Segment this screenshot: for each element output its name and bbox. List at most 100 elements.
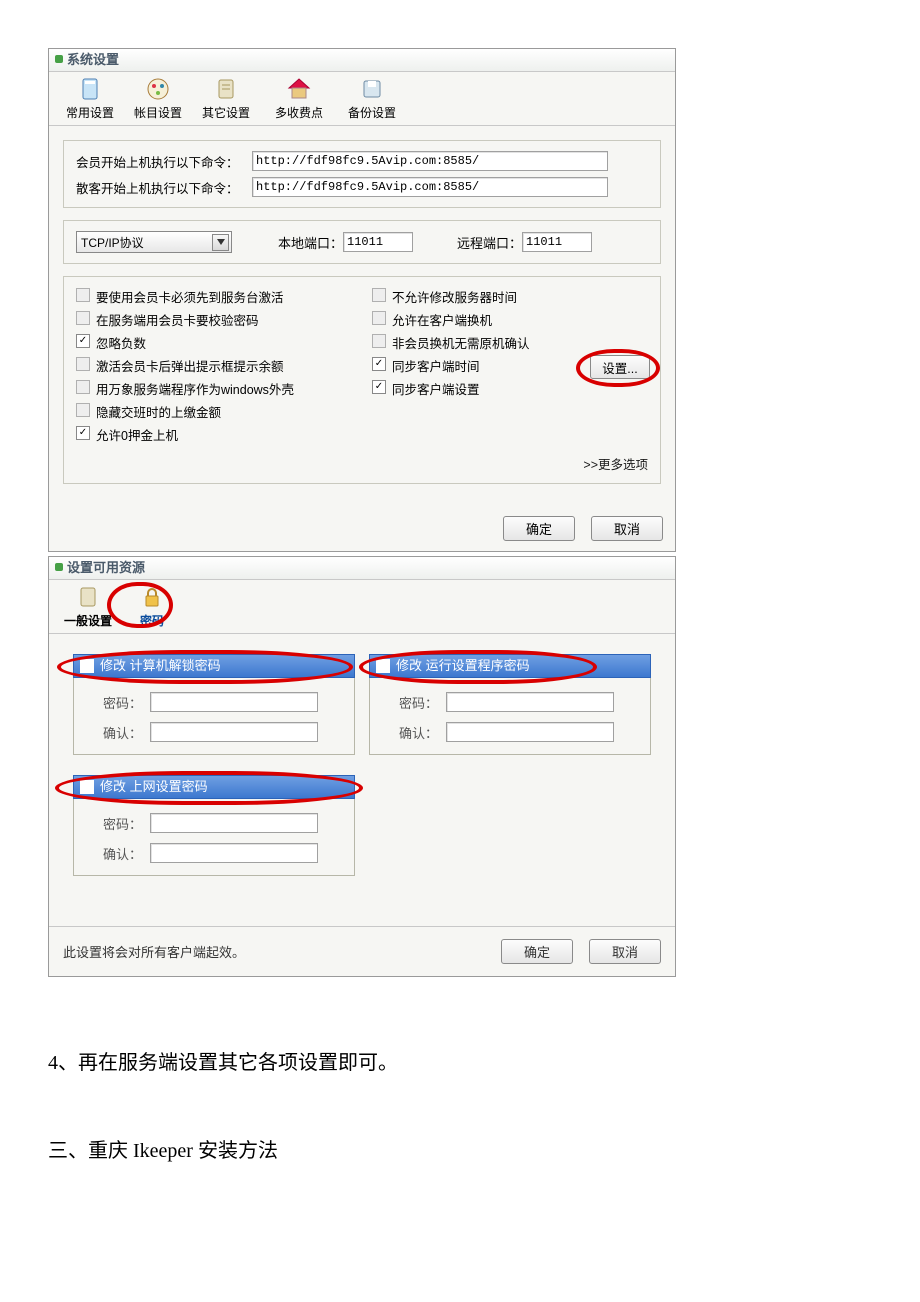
option-label: 允许在客户端换机: [392, 310, 492, 329]
checkbox-icon: [76, 311, 90, 325]
house-icon: [286, 76, 312, 102]
options-frame: 要使用会员卡必须先到服务台激活在服务端用会员卡要校验密码 ✓ 忽略负数激活会员卡后弹…: [63, 276, 661, 484]
option-checkbox[interactable]: ✓ 忽略负数: [76, 333, 352, 352]
ok-button[interactable]: 确定: [503, 516, 575, 541]
tab-common-settings[interactable]: 常用设置: [57, 76, 123, 125]
confirm-input[interactable]: [150, 843, 318, 863]
disk-icon: [359, 76, 385, 102]
member-cmd-input[interactable]: [252, 151, 608, 171]
group-header[interactable]: 修改 上网设置密码: [73, 775, 355, 799]
remote-port-label: 远程端口：: [457, 233, 522, 252]
option-checkbox[interactable]: 不允许修改服务器时间: [372, 287, 648, 306]
tab-label: 一般设置: [64, 614, 112, 628]
tab-password[interactable]: 密码: [121, 584, 183, 633]
unlock-password-group: 修改 计算机解锁密码 密码： 确认：: [73, 654, 355, 755]
protocol-value: TCP/IP协议: [81, 234, 144, 251]
confirm-input[interactable]: [446, 722, 614, 742]
footer-bar: 此设置将会对所有客户端起效。 确定 取消: [49, 926, 675, 976]
url-frame: 会员开始上机执行以下命令： 散客开始上机执行以下命令：: [63, 140, 661, 208]
option-label: 激活会员卡后弹出提示框提示余额: [96, 356, 284, 375]
palette-icon: [145, 76, 171, 102]
checkbox-icon: ✓: [372, 380, 386, 394]
header-checkbox[interactable]: [80, 659, 94, 673]
run-settings-password-group: 修改 运行设置程序密码 密码： 确认：: [369, 654, 651, 755]
tab-label: 其它设置: [202, 106, 250, 120]
window-titlebar: 设置可用资源: [49, 557, 675, 580]
option-checkbox[interactable]: 隐藏交班时的上缴金额: [76, 402, 352, 421]
tab-account-settings[interactable]: 帐目设置: [125, 76, 191, 125]
guest-cmd-input[interactable]: [252, 177, 608, 197]
option-label: 不允许修改服务器时间: [392, 287, 517, 306]
cancel-button[interactable]: 取消: [591, 516, 663, 541]
password-area: 修改 计算机解锁密码 密码： 确认： 修改 运行设置程序密码 密码： 确认：: [49, 634, 675, 926]
tab-label: 多收费点: [275, 106, 323, 120]
section-3-heading: 三、重庆 Ikeeper 安装方法: [48, 1135, 872, 1167]
dialog-button-bar: 确定 取消: [49, 508, 675, 551]
option-checkbox[interactable]: 要使用会员卡必须先到服务台激活: [76, 287, 352, 306]
note-icon: [213, 76, 239, 102]
more-options-link[interactable]: >>更多选项: [76, 454, 648, 473]
checkbox-icon: [76, 288, 90, 302]
option-checkbox[interactable]: ✓允许0押金上机: [76, 425, 352, 444]
header-checkbox[interactable]: [376, 659, 390, 673]
app-icon: [55, 55, 63, 63]
checkbox-icon: [76, 357, 90, 371]
option-label: 忽略负数: [96, 333, 146, 352]
option-label: 同步客户端时间: [392, 356, 480, 375]
footer-note-text: 此设置将会对所有客户端起效。: [63, 942, 245, 961]
option-checkbox[interactable]: 非会员换机无需原机确认: [372, 333, 648, 352]
settings-panel: 会员开始上机执行以下命令： 散客开始上机执行以下命令： TCP/IP协议 本地端…: [49, 126, 675, 508]
option-checkbox[interactable]: ✓ 同步客户端设置: [372, 379, 648, 398]
ok-button[interactable]: 确定: [501, 939, 573, 964]
tab-general-settings[interactable]: 一般设置: [57, 584, 119, 633]
option-label: 在服务端用会员卡要校验密码: [96, 310, 259, 329]
option-checkbox[interactable]: 用万象服务端程序作为windows外壳: [76, 379, 352, 398]
option-checkbox[interactable]: 激活会员卡后弹出提示框提示余额: [76, 356, 352, 375]
tab-label: 密码: [140, 614, 164, 628]
group-header[interactable]: 修改 运行设置程序密码: [369, 654, 651, 678]
option-checkbox[interactable]: 在服务端用会员卡要校验密码: [76, 310, 352, 329]
settings-button[interactable]: 设置...: [590, 355, 650, 379]
option-label: 允许0押金上机: [96, 425, 178, 444]
guest-cmd-label: 散客开始上机执行以下命令：: [76, 178, 252, 197]
remote-port-input[interactable]: [522, 232, 592, 252]
lock-icon: [139, 584, 165, 610]
app-icon: [55, 563, 63, 571]
protocol-select[interactable]: TCP/IP协议: [76, 231, 232, 253]
header-checkbox[interactable]: [80, 780, 94, 794]
note-icon: [75, 584, 101, 610]
step-4-text: 4、再在服务端设置其它各项设置即可。: [48, 1047, 872, 1079]
local-port-input[interactable]: [343, 232, 413, 252]
document-body: 4、再在服务端设置其它各项设置即可。 三、重庆 Ikeeper 安装方法: [48, 1047, 872, 1167]
option-label: 同步客户端设置: [392, 379, 480, 398]
checkbox-icon: [76, 380, 90, 394]
group-title: 修改 上网设置密码: [100, 779, 208, 794]
window-titlebar: 系统设置: [49, 49, 675, 72]
tab-other-settings[interactable]: 其它设置: [193, 76, 259, 125]
local-port-label: 本地端口：: [278, 233, 343, 252]
group-title: 修改 运行设置程序密码: [396, 658, 530, 673]
tab-backup-settings[interactable]: 备份设置: [339, 76, 405, 125]
window-title: 系统设置: [67, 52, 119, 67]
confirm-input[interactable]: [150, 722, 318, 742]
password-input[interactable]: [150, 813, 318, 833]
cancel-button[interactable]: 取消: [589, 939, 661, 964]
window-title: 设置可用资源: [67, 560, 145, 575]
system-settings-window: 系统设置 常用设置 帐目设置 其它设置 多收费点 备份设置 会员开始上机执行以下…: [48, 48, 676, 552]
port-frame: TCP/IP协议 本地端口： 远程端口：: [63, 220, 661, 264]
password-label: 密码：: [382, 693, 438, 712]
password-input[interactable]: [446, 692, 614, 712]
password-label: 密码：: [86, 693, 142, 712]
checkbox-icon: [372, 334, 386, 348]
checkbox-icon: [76, 403, 90, 417]
checkbox-icon: [372, 288, 386, 302]
option-checkbox[interactable]: 允许在客户端换机: [372, 310, 648, 329]
checkbox-icon: ✓: [76, 334, 90, 348]
confirm-label: 确认：: [86, 723, 142, 742]
password-input[interactable]: [150, 692, 318, 712]
member-cmd-label: 会员开始上机执行以下命令：: [76, 152, 252, 171]
password-label: 密码：: [86, 814, 142, 833]
group-header[interactable]: 修改 计算机解锁密码: [73, 654, 355, 678]
chevron-down-icon: [212, 234, 229, 251]
tab-multi-billing[interactable]: 多收费点: [261, 76, 337, 125]
